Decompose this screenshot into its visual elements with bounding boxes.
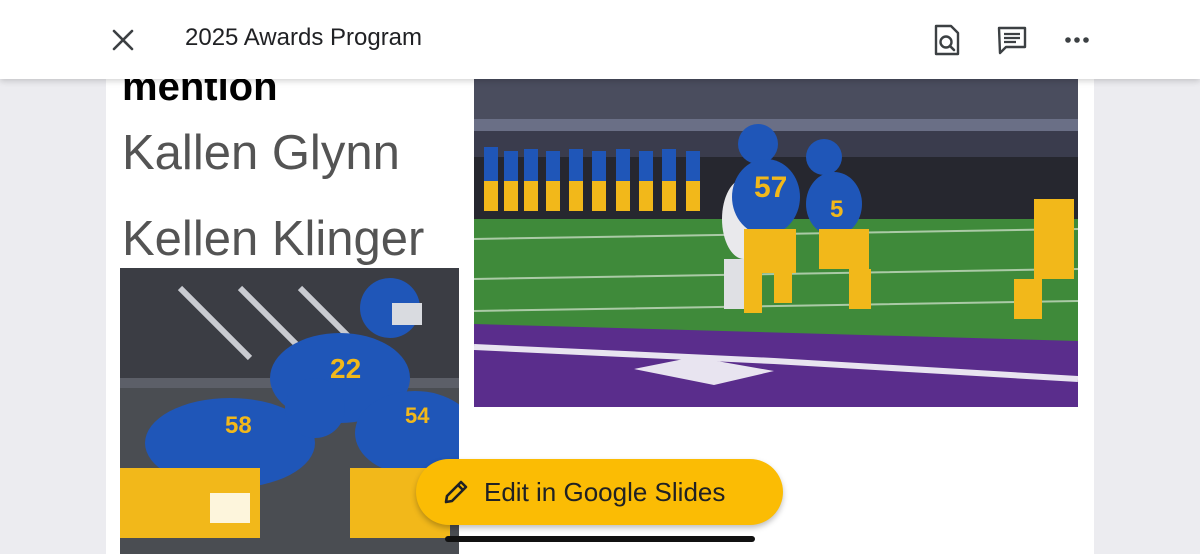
honoree-name: Kallen Glynn [122,126,400,180]
svg-text:5: 5 [830,196,843,223]
svg-text:58: 58 [225,412,252,439]
document-title: 2025 Awards Program [185,24,423,51]
honoree-name: Kellen Klinger [122,212,425,266]
find-in-page-icon [934,24,960,56]
edit-in-slides-button[interactable]: Edit in Google Slides [416,459,783,525]
more-options-button[interactable] [1058,21,1096,59]
close-button[interactable] [104,21,142,59]
comments-button[interactable] [993,21,1031,59]
svg-text:22: 22 [330,353,361,384]
pencil-icon [442,477,472,507]
football-lineup-photo: 22 58 54 [120,268,459,554]
svg-text:54: 54 [405,403,430,428]
svg-text:57: 57 [754,171,787,204]
slide-heading: mention [122,79,278,109]
football-action-photo: 57 5 [474,79,1078,407]
edit-in-slides-label: Edit in Google Slides [484,476,726,507]
find-in-page-button[interactable] [928,21,966,59]
more-icon [1065,37,1089,43]
comment-icon [997,26,1027,55]
top-app-bar: 2025 Awards Program [0,0,1200,79]
football-action-image: 57 5 [474,79,1078,407]
football-lineup-image: 22 58 54 [120,268,459,554]
close-icon [112,29,134,51]
home-indicator[interactable] [445,536,755,542]
